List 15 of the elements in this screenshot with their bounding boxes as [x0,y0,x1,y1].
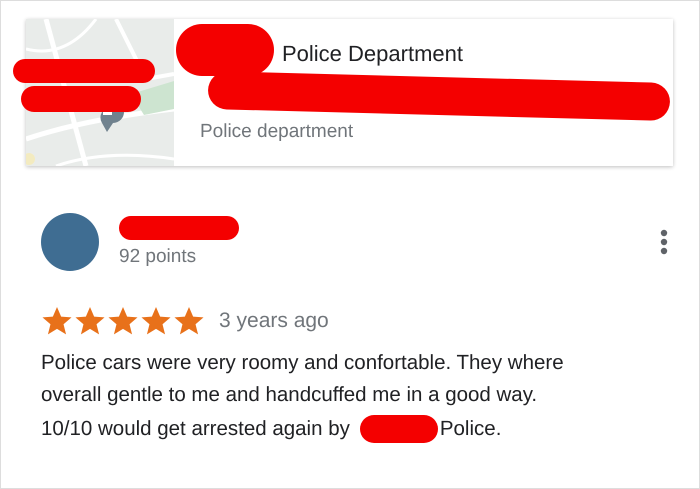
more-options-icon[interactable] [660,229,668,255]
star-icon [74,305,106,337]
review-time: 3 years ago [219,309,329,333]
star-icon [41,305,73,337]
reviewer-points: 92 points [119,246,198,268]
review-text: 10/10 would get arrested again by [41,417,350,441]
review-text: overall gentle to me and handcuffed me in a good way. [41,383,538,407]
place-card[interactable]: Police Department Police department [26,19,673,166]
review-text: Police cars were very roomy and confortable. They where [41,351,565,375]
review-text: Police. [440,417,502,441]
star-icon [140,305,172,337]
star-icon [173,305,205,337]
place-category: Police department [200,121,354,143]
star-icon [107,305,139,337]
place-title: Police Department [282,41,463,67]
